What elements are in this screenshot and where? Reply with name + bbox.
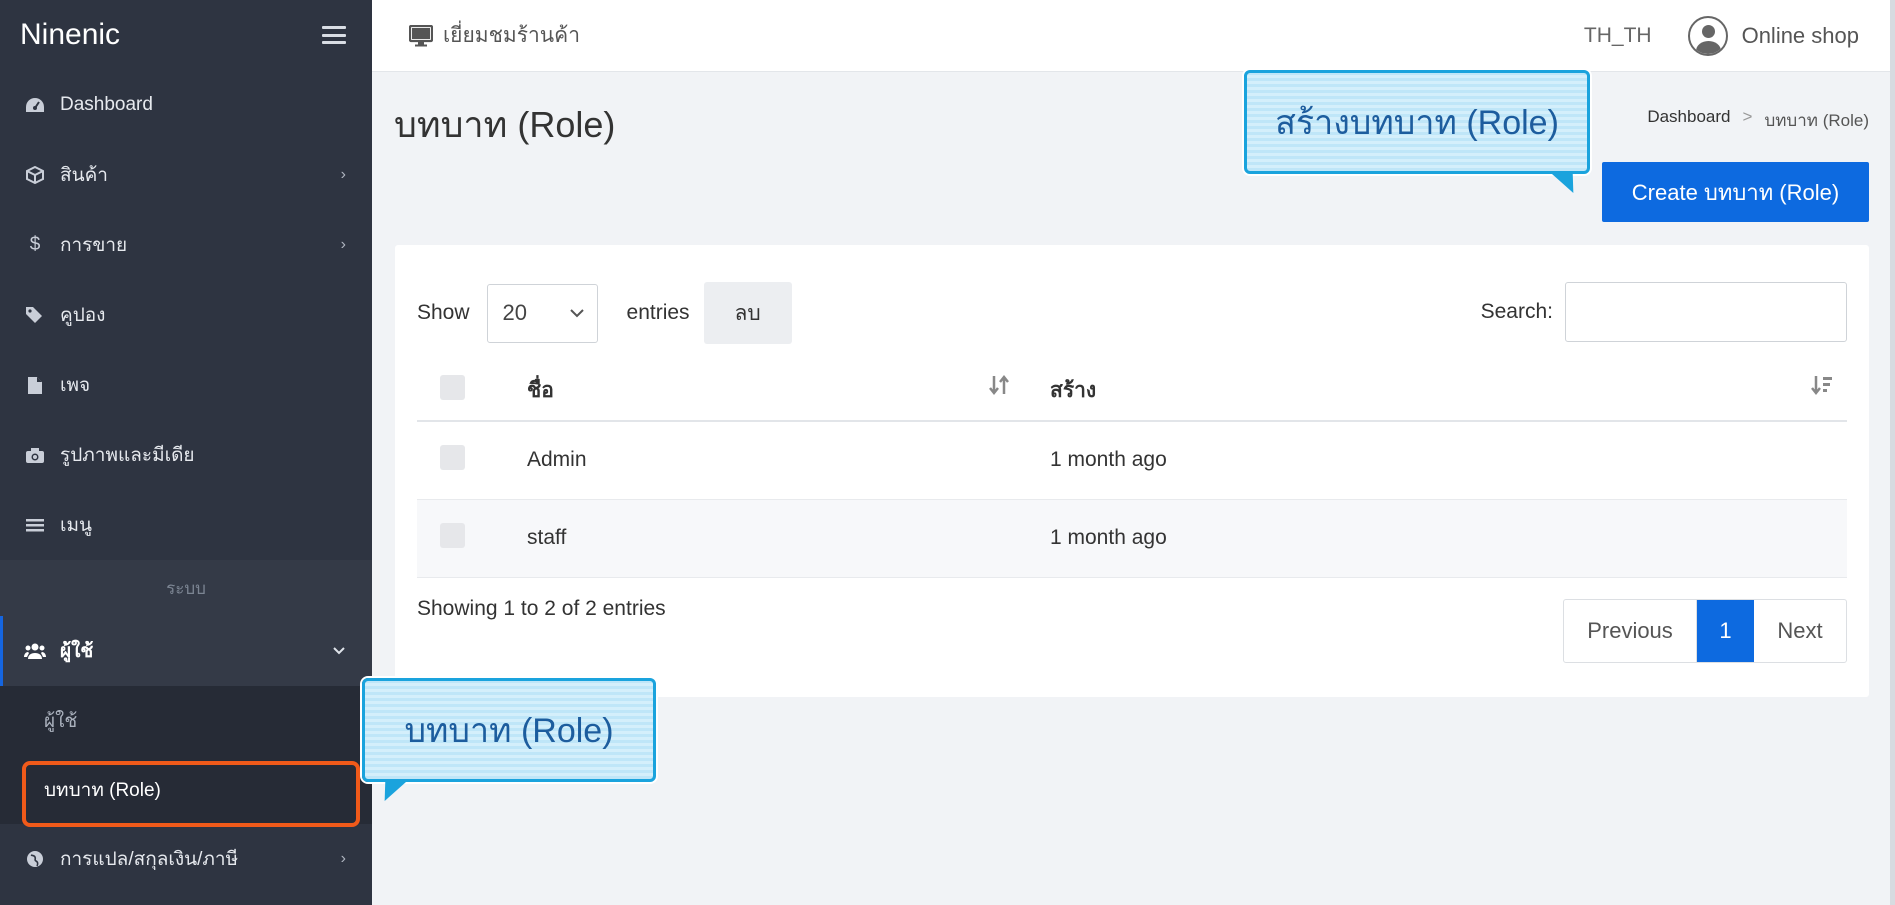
callout-tail: [1548, 171, 1586, 193]
page-scrollbar[interactable]: [1890, 0, 1895, 905]
sidebar-item-translation[interactable]: การแปล/สกุลเงิน/ภาษี ›: [0, 824, 372, 894]
chevron-right-icon: ›: [340, 166, 346, 183]
row-checkbox[interactable]: [440, 522, 465, 548]
chevron-right-icon: ›: [340, 236, 346, 253]
search-label: Search:: [1480, 300, 1553, 323]
sidebar-section-system: ระบบ: [0, 560, 372, 616]
column-header-created[interactable]: สร้าง: [1050, 361, 1847, 422]
sidebar-item-label: สินค้า: [60, 165, 108, 186]
row-checkbox[interactable]: [440, 444, 465, 470]
row-checkbox-cell: [417, 499, 527, 578]
sidebar-item-dashboard[interactable]: Dashboard: [0, 70, 372, 140]
language-selector[interactable]: TH_TH: [1584, 24, 1652, 48]
users-icon: [24, 642, 46, 660]
column-header-name-label: ชื่อ: [527, 379, 554, 402]
previous-page-button[interactable]: Previous: [1564, 600, 1697, 662]
role-created-cell: 1 month ago: [1050, 499, 1847, 578]
sidebar-item-coupons[interactable]: คูปอง: [0, 280, 372, 350]
breadcrumb-separator: >: [1742, 107, 1753, 126]
hamburger-menu-icon[interactable]: [322, 26, 346, 44]
sort-desc-icon: [1811, 374, 1833, 396]
sidebar-item-label: เมนู: [60, 515, 93, 536]
sidebar-item-label: การแปล/สกุลเงิน/ภาษี: [60, 849, 239, 870]
user-name: Online shop: [1741, 22, 1859, 48]
sidebar-item-label: ผู้ใช้: [60, 641, 94, 662]
sidebar-item-label: Dashboard: [60, 94, 153, 115]
length-controls: Show 20 entries ลบ: [417, 282, 792, 344]
users-submenu: ผู้ใช้ บทบาท (Role): [0, 686, 372, 827]
sidebar-subitem-users[interactable]: ผู้ใช้: [0, 686, 372, 755]
chevron-right-icon: ›: [340, 850, 346, 867]
role-name-cell[interactable]: Admin: [527, 421, 1050, 500]
chevron-down-icon: [332, 642, 346, 660]
breadcrumb-current: บทบาท (Role): [1764, 111, 1869, 130]
sidebar-item-label: คูปอง: [60, 305, 106, 326]
show-label: Show: [417, 301, 470, 324]
search-input[interactable]: [1565, 282, 1847, 342]
sidebar-item-pages[interactable]: เพจ: [0, 350, 372, 420]
create-role-button[interactable]: Create บทบาท (Role): [1602, 162, 1869, 222]
table-row[interactable]: staff 1 month ago: [417, 499, 1847, 578]
breadcrumb: Dashboard > บทบาท (Role): [1647, 107, 1869, 134]
chevron-down-icon: [569, 308, 585, 318]
sidebar-subitem-roles[interactable]: บทบาท (Role): [0, 755, 372, 827]
callout-text: บทบาท (Role): [404, 712, 614, 750]
sidebar-item-menu[interactable]: เมนู: [0, 490, 372, 560]
select-all-checkbox[interactable]: [440, 375, 465, 400]
sidebar-item-media[interactable]: รูปภาพและมีเดีย: [0, 420, 372, 490]
role-created-cell: 1 month ago: [1050, 421, 1847, 500]
avatar-icon: [1687, 15, 1728, 56]
entries-select[interactable]: 20: [486, 283, 598, 343]
sort-both-icon: [988, 374, 1010, 396]
search-box: Search:: [1481, 282, 1847, 342]
column-header-created-label: สร้าง: [1050, 379, 1097, 402]
box-icon: [24, 166, 46, 184]
entries-select-value: 20: [502, 300, 528, 325]
page-title: บทบาท (Role): [394, 104, 616, 145]
sidebar-item-label: รูปภาพและมีเดีย: [60, 445, 195, 466]
column-header-name[interactable]: ชื่อ: [527, 361, 1050, 422]
next-page-button[interactable]: Next: [1754, 600, 1846, 662]
tags-icon: [24, 306, 46, 324]
brand-bar: Ninenic: [0, 0, 372, 70]
visit-store-label: เยี่ยมชมร้านค้า: [443, 24, 580, 47]
sidebar-item-label: การขาย: [60, 235, 128, 256]
brand-logo[interactable]: Ninenic: [20, 18, 120, 52]
table-info: Showing 1 to 2 of 2 entries: [417, 597, 666, 620]
sidebar-item-users[interactable]: ผู้ใช้: [0, 616, 372, 686]
sidebar-item-products[interactable]: สินค้า ›: [0, 140, 372, 210]
user-menu[interactable]: Online shop: [1687, 15, 1859, 56]
sidebar-item-sales[interactable]: $ การขาย ›: [0, 210, 372, 280]
delete-button[interactable]: ลบ: [703, 282, 792, 344]
sidebar: Ninenic Dashboard สินค้า › $ การขาย › คู…: [0, 0, 372, 905]
select-all-cell: [417, 361, 527, 422]
roles-table: ชื่อ สร้าง Admin 1 month ago staff 1 mon…: [417, 361, 1847, 578]
row-checkbox-cell: [417, 421, 527, 500]
camera-icon: [24, 447, 46, 464]
file-icon: [24, 376, 46, 395]
monitor-icon: [409, 24, 433, 47]
dashboard-icon: [24, 96, 46, 114]
table-row[interactable]: Admin 1 month ago: [417, 421, 1847, 500]
top-bar: เยี่ยมชมร้านค้า TH_TH Online shop: [372, 0, 1895, 72]
list-icon: [24, 518, 46, 533]
breadcrumb-dashboard-link[interactable]: Dashboard: [1647, 107, 1730, 134]
callout-text: สร้างบทบาท (Role): [1275, 104, 1559, 142]
pagination: Previous 1 Next: [1563, 599, 1847, 663]
callout-create-role: สร้างบทบาท (Role): [1244, 70, 1590, 193]
table-header-row: ชื่อ สร้าง: [417, 361, 1847, 422]
entries-label: entries: [626, 301, 690, 324]
page-1-button[interactable]: 1: [1697, 600, 1754, 662]
dollar-icon: $: [29, 234, 41, 255]
sidebar-item-label: เพจ: [60, 375, 91, 396]
globe-icon: [24, 850, 46, 868]
callout-tail: [372, 779, 410, 801]
roles-table-card: Show 20 entries ลบ Search: ชื่อ สร้าง Ad…: [395, 245, 1869, 697]
visit-store-link[interactable]: เยี่ยมชมร้านค้า: [409, 19, 580, 52]
callout-role-menu: บทบาท (Role): [362, 678, 656, 801]
role-name-cell[interactable]: staff: [527, 499, 1050, 578]
